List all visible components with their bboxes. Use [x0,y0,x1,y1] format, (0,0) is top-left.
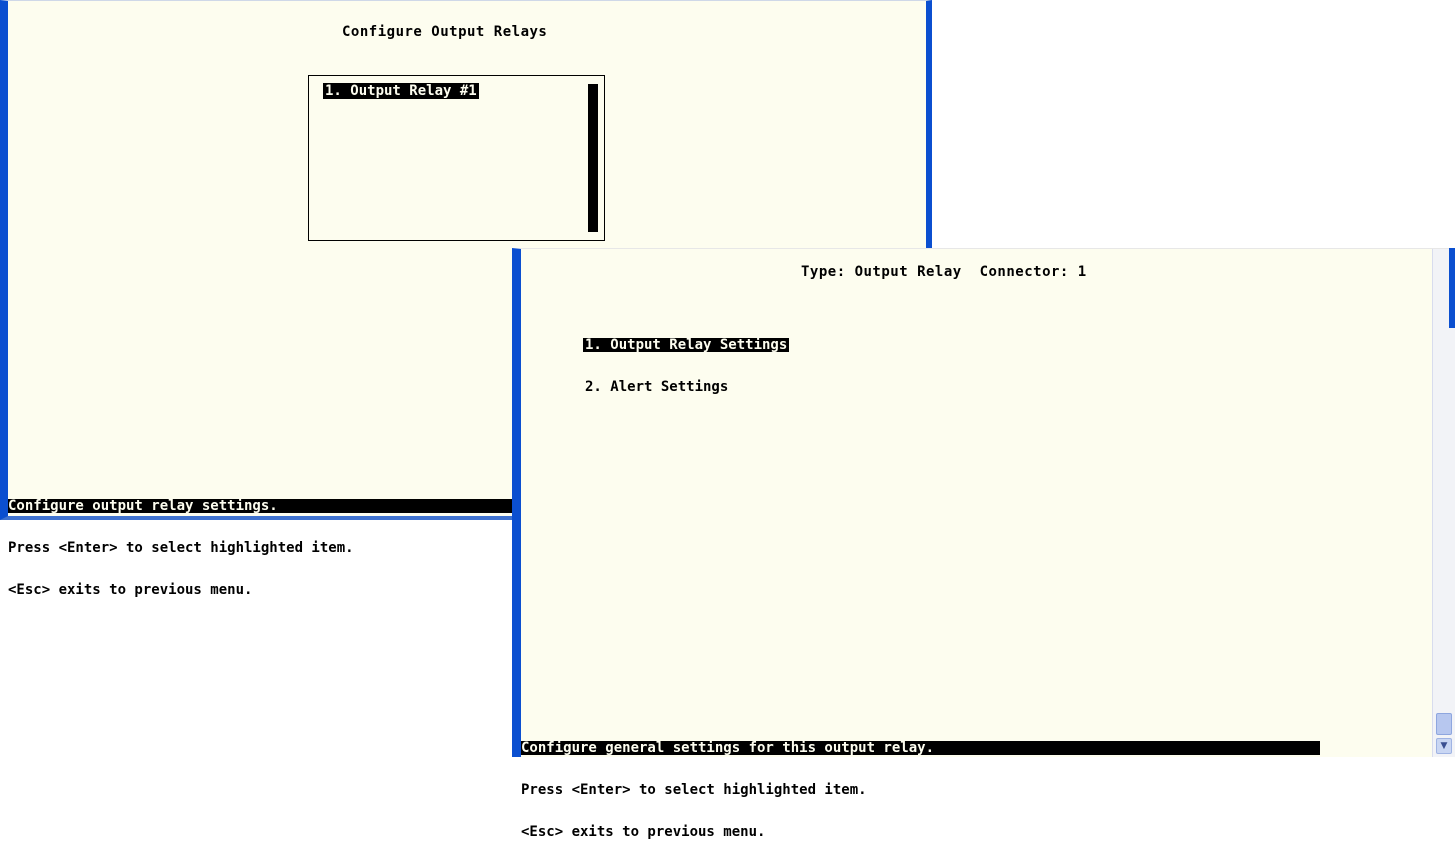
page-title: Type: Output Relay Connector: 1 [801,264,1087,280]
menu-list: 1. Output Relay Settings 2. Alert Settin… [583,310,790,422]
list-scrollbar[interactable] [588,84,598,232]
window-edge [1449,248,1455,328]
page-title: Configure Output Relays [342,24,548,40]
status-enter-hint: Press <Enter> to select highlighted item… [521,782,867,798]
status-area: Configure general settings for this outp… [521,713,1320,867]
terminal-window-output-relay-connector: Type: Output Relay Connector: 1 1. Outpu… [512,248,1455,839]
status-area: Configure output relay settings. Press <… [8,471,513,625]
menu-item-alert-settings[interactable]: 2. Alert Settings [583,380,730,394]
chevron-down-icon[interactable]: ▼ [1436,738,1452,754]
status-help-text: Configure general settings for this outp… [521,741,1320,755]
status-esc-hint: <Esc> exits to previous menu. [8,582,253,598]
menu-item-output-relay-settings[interactable]: 1. Output Relay Settings [583,338,790,352]
status-help-text: Configure output relay settings. [8,499,513,513]
relay-list-box: 1. Output Relay #1 [308,75,605,241]
scrollbar-thumb[interactable] [1436,713,1452,735]
status-esc-hint: <Esc> exits to previous menu. [521,824,766,840]
status-enter-hint: Press <Enter> to select highlighted item… [8,540,354,556]
list-item-output-relay-1[interactable]: 1. Output Relay #1 [323,83,479,99]
